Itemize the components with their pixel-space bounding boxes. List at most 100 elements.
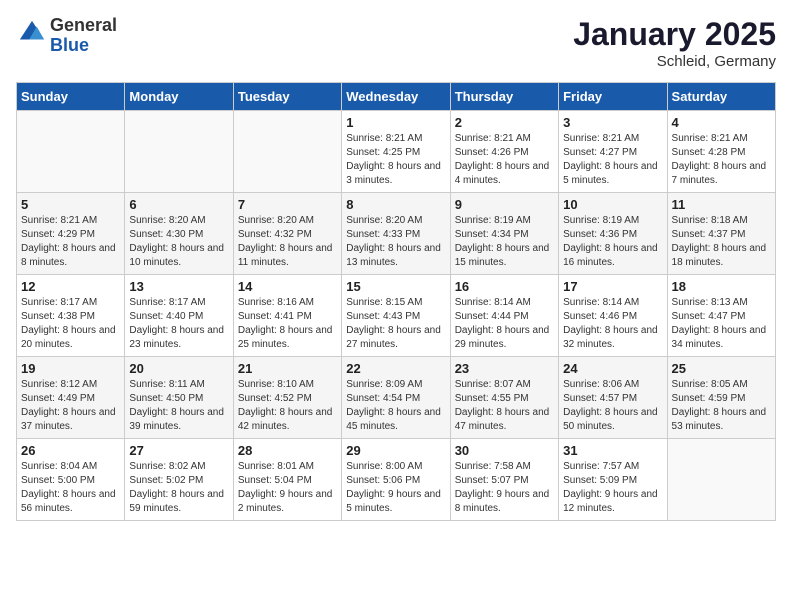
calendar-day-cell: 9 Sunrise: 8:19 AM Sunset: 4:34 PM Daylig… bbox=[450, 193, 558, 275]
day-number: 28 bbox=[238, 443, 337, 458]
day-number: 11 bbox=[672, 197, 771, 212]
day-number: 2 bbox=[455, 115, 554, 130]
logo-icon bbox=[18, 19, 46, 47]
day-info: Sunrise: 8:12 AM Sunset: 4:49 PM Dayligh… bbox=[21, 378, 120, 434]
day-number: 3 bbox=[563, 115, 662, 130]
calendar-day-cell: 12Sunrise: 8:17 AM Sunset: 4:38 PM Dayli… bbox=[17, 275, 125, 357]
calendar-day-cell: 24 Sunrise: 8:06 AM Sunset: 4:57 PM Dayli… bbox=[559, 357, 667, 439]
day-info: Sunrise: 8:21 AM Sunset: 4:27 PM Dayligh… bbox=[563, 132, 662, 188]
day-info: Sunrise: 8:18 AM Sunset: 4:37 PM Dayligh… bbox=[672, 214, 771, 270]
weekday-header: Friday bbox=[559, 83, 667, 111]
day-number: 7 bbox=[238, 197, 337, 212]
calendar-day-cell: 13Sunrise: 8:17 AM Sunset: 4:40 PM Dayli… bbox=[125, 275, 233, 357]
calendar-week-row: 26Sunrise: 8:04 AM Sunset: 5:00 PM Dayli… bbox=[17, 439, 776, 521]
calendar-day-cell: 6Sunrise: 8:20 AM Sunset: 4:30 PM Daylig… bbox=[125, 193, 233, 275]
day-number: 27 bbox=[129, 443, 228, 458]
day-info: Sunrise: 8:02 AM Sunset: 5:02 PM Dayligh… bbox=[129, 460, 228, 516]
calendar-day-cell: 4 Sunrise: 8:21 AM Sunset: 4:28 PM Daylig… bbox=[667, 111, 775, 193]
day-number: 9 bbox=[455, 197, 554, 212]
calendar-day-cell: 14 Sunrise: 8:16 AM Sunset: 4:41 PM Dayli… bbox=[233, 275, 341, 357]
day-number: 29 bbox=[346, 443, 445, 458]
day-info: Sunrise: 8:07 AM Sunset: 4:55 PM Dayligh… bbox=[455, 378, 554, 434]
day-info: Sunrise: 8:14 AM Sunset: 4:46 PM Dayligh… bbox=[563, 296, 662, 352]
calendar-day-cell: 3 Sunrise: 8:21 AM Sunset: 4:27 PM Daylig… bbox=[559, 111, 667, 193]
day-number: 20 bbox=[129, 361, 228, 376]
title-block: January 2025 Schleid, Germany bbox=[573, 16, 776, 70]
calendar-day-cell: 21 Sunrise: 8:10 AM Sunset: 4:52 PM Dayli… bbox=[233, 357, 341, 439]
day-number: 22 bbox=[346, 361, 445, 376]
day-number: 15 bbox=[346, 279, 445, 294]
day-info: Sunrise: 8:19 AM Sunset: 4:34 PM Dayligh… bbox=[455, 214, 554, 270]
page-header: General Blue January 2025 Schleid, Germa… bbox=[16, 16, 776, 70]
calendar-day-cell: 25Sunrise: 8:05 AM Sunset: 4:59 PM Dayli… bbox=[667, 357, 775, 439]
calendar-day-cell: 16 Sunrise: 8:14 AM Sunset: 4:44 PM Dayli… bbox=[450, 275, 558, 357]
day-number: 16 bbox=[455, 279, 554, 294]
day-number: 23 bbox=[455, 361, 554, 376]
day-info: Sunrise: 8:15 AM Sunset: 4:43 PM Dayligh… bbox=[346, 296, 445, 352]
day-info: Sunrise: 8:20 AM Sunset: 4:32 PM Dayligh… bbox=[238, 214, 337, 270]
day-number: 6 bbox=[129, 197, 228, 212]
day-number: 18 bbox=[672, 279, 771, 294]
day-number: 5 bbox=[21, 197, 120, 212]
day-info: Sunrise: 8:05 AM Sunset: 4:59 PM Dayligh… bbox=[672, 378, 771, 434]
logo-blue: Blue bbox=[50, 35, 89, 55]
calendar-week-row: 12Sunrise: 8:17 AM Sunset: 4:38 PM Dayli… bbox=[17, 275, 776, 357]
day-number: 8 bbox=[346, 197, 445, 212]
weekday-header: Tuesday bbox=[233, 83, 341, 111]
day-number: 30 bbox=[455, 443, 554, 458]
day-number: 4 bbox=[672, 115, 771, 130]
calendar-week-row: 1Sunrise: 8:21 AM Sunset: 4:25 PM Daylig… bbox=[17, 111, 776, 193]
calendar-day-cell: 19 Sunrise: 8:12 AM Sunset: 4:49 PM Dayli… bbox=[17, 357, 125, 439]
day-info: Sunrise: 8:16 AM Sunset: 4:41 PM Dayligh… bbox=[238, 296, 337, 352]
day-info: Sunrise: 7:58 AM Sunset: 5:07 PM Dayligh… bbox=[455, 460, 554, 516]
day-number: 19 bbox=[21, 361, 120, 376]
calendar-day-cell: 1Sunrise: 8:21 AM Sunset: 4:25 PM Daylig… bbox=[342, 111, 450, 193]
calendar-day-cell: 11 Sunrise: 8:18 AM Sunset: 4:37 PM Dayli… bbox=[667, 193, 775, 275]
calendar-table: SundayMondayTuesdayWednesdayThursdayFrid… bbox=[16, 82, 776, 521]
calendar-day-cell: 7 Sunrise: 8:20 AM Sunset: 4:32 PM Daylig… bbox=[233, 193, 341, 275]
day-info: Sunrise: 8:01 AM Sunset: 5:04 PM Dayligh… bbox=[238, 460, 337, 516]
calendar-day-cell: 22 Sunrise: 8:09 AM Sunset: 4:54 PM Dayli… bbox=[342, 357, 450, 439]
day-number: 13 bbox=[129, 279, 228, 294]
logo-general: General bbox=[50, 15, 117, 35]
day-info: Sunrise: 8:04 AM Sunset: 5:00 PM Dayligh… bbox=[21, 460, 120, 516]
day-info: Sunrise: 8:00 AM Sunset: 5:06 PM Dayligh… bbox=[346, 460, 445, 516]
day-info: Sunrise: 8:21 AM Sunset: 4:25 PM Dayligh… bbox=[346, 132, 445, 188]
day-info: Sunrise: 8:20 AM Sunset: 4:33 PM Dayligh… bbox=[346, 214, 445, 270]
calendar-day-cell: 31 Sunrise: 7:57 AM Sunset: 5:09 PM Dayli… bbox=[559, 439, 667, 521]
day-info: Sunrise: 8:14 AM Sunset: 4:44 PM Dayligh… bbox=[455, 296, 554, 352]
day-number: 24 bbox=[563, 361, 662, 376]
logo: General Blue bbox=[16, 16, 117, 56]
calendar-day-cell: 17 Sunrise: 8:14 AM Sunset: 4:46 PM Dayli… bbox=[559, 275, 667, 357]
day-info: Sunrise: 8:06 AM Sunset: 4:57 PM Dayligh… bbox=[563, 378, 662, 434]
calendar-day-cell: 10Sunrise: 8:19 AM Sunset: 4:36 PM Dayli… bbox=[559, 193, 667, 275]
day-info: Sunrise: 8:21 AM Sunset: 4:28 PM Dayligh… bbox=[672, 132, 771, 188]
weekday-header: Saturday bbox=[667, 83, 775, 111]
calendar-week-row: 19 Sunrise: 8:12 AM Sunset: 4:49 PM Dayli… bbox=[17, 357, 776, 439]
weekday-header: Thursday bbox=[450, 83, 558, 111]
calendar-day-cell: 30 Sunrise: 7:58 AM Sunset: 5:07 PM Dayli… bbox=[450, 439, 558, 521]
weekday-header: Monday bbox=[125, 83, 233, 111]
day-info: Sunrise: 8:10 AM Sunset: 4:52 PM Dayligh… bbox=[238, 378, 337, 434]
day-number: 31 bbox=[563, 443, 662, 458]
calendar-day-cell: 26Sunrise: 8:04 AM Sunset: 5:00 PM Dayli… bbox=[17, 439, 125, 521]
day-number: 21 bbox=[238, 361, 337, 376]
day-info: Sunrise: 8:17 AM Sunset: 4:38 PM Dayligh… bbox=[21, 296, 120, 352]
month-title: January 2025 bbox=[573, 16, 776, 53]
calendar-day-cell: 20 Sunrise: 8:11 AM Sunset: 4:50 PM Dayli… bbox=[125, 357, 233, 439]
day-number: 17 bbox=[563, 279, 662, 294]
day-info: Sunrise: 8:09 AM Sunset: 4:54 PM Dayligh… bbox=[346, 378, 445, 434]
calendar-day-cell bbox=[125, 111, 233, 193]
day-number: 10 bbox=[563, 197, 662, 212]
calendar-day-cell bbox=[17, 111, 125, 193]
day-info: Sunrise: 8:11 AM Sunset: 4:50 PM Dayligh… bbox=[129, 378, 228, 434]
calendar-day-cell: 23 Sunrise: 8:07 AM Sunset: 4:55 PM Dayli… bbox=[450, 357, 558, 439]
day-info: Sunrise: 8:13 AM Sunset: 4:47 PM Dayligh… bbox=[672, 296, 771, 352]
calendar-day-cell: 8 Sunrise: 8:20 AM Sunset: 4:33 PM Daylig… bbox=[342, 193, 450, 275]
day-number: 14 bbox=[238, 279, 337, 294]
day-info: Sunrise: 7:57 AM Sunset: 5:09 PM Dayligh… bbox=[563, 460, 662, 516]
calendar-week-row: 5 Sunrise: 8:21 AM Sunset: 4:29 PM Daylig… bbox=[17, 193, 776, 275]
weekday-header: Sunday bbox=[17, 83, 125, 111]
calendar-day-cell: 15 Sunrise: 8:15 AM Sunset: 4:43 PM Dayli… bbox=[342, 275, 450, 357]
day-info: Sunrise: 8:21 AM Sunset: 4:29 PM Dayligh… bbox=[21, 214, 120, 270]
